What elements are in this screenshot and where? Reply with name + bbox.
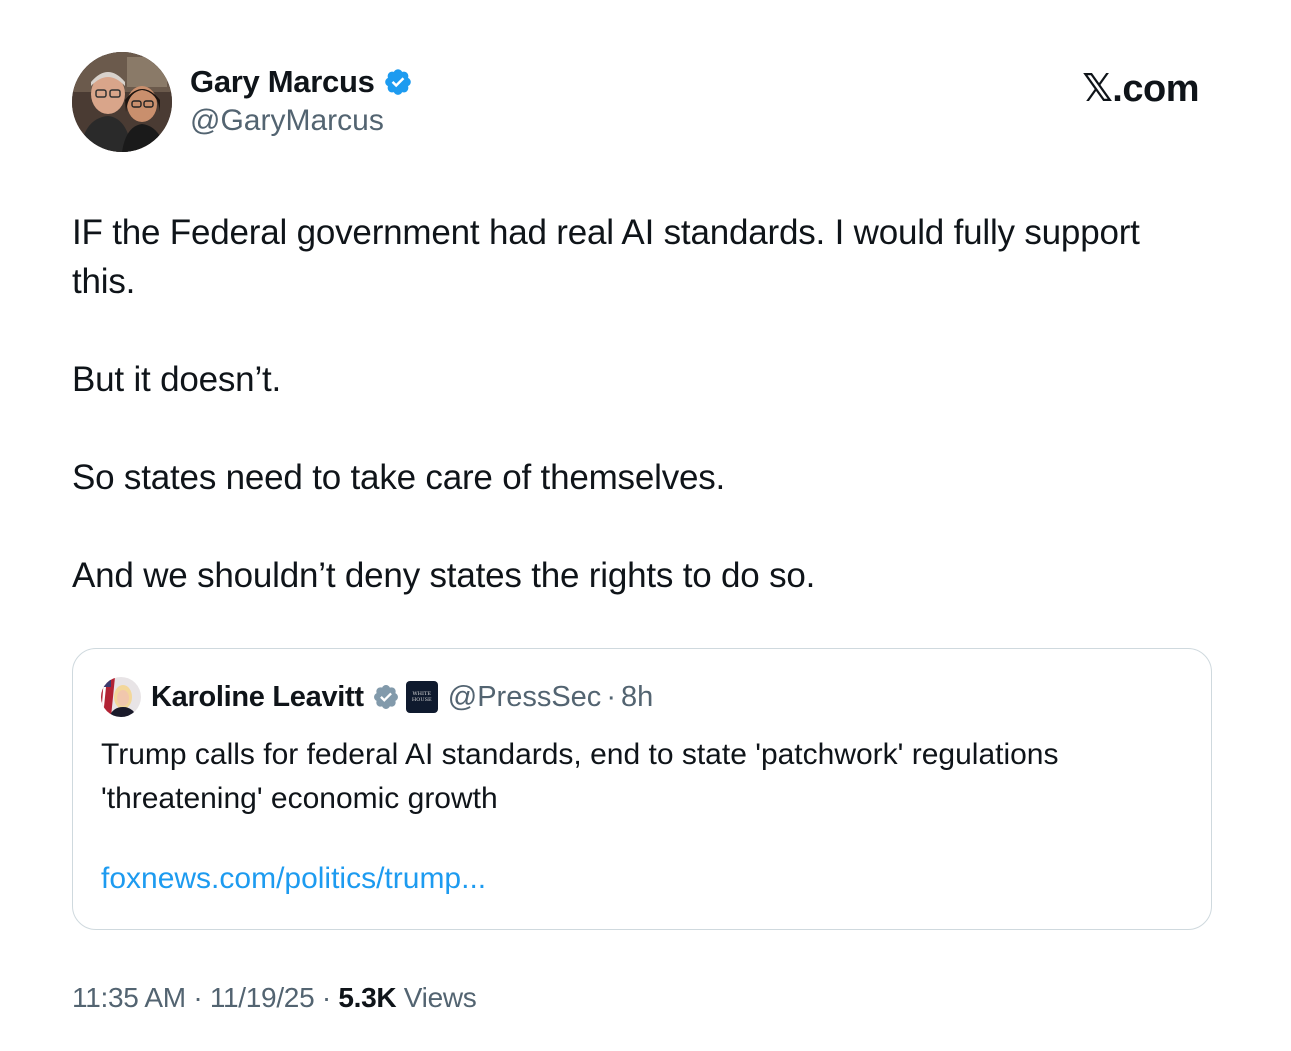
- quote-avatar-photo: [101, 677, 141, 717]
- quote-timestamp[interactable]: 8h: [621, 681, 653, 714]
- author-handle[interactable]: @GaryMarcus: [190, 104, 384, 138]
- quoted-tweet-link[interactable]: foxnews.com/politics/trump...: [101, 862, 486, 896]
- quote-avatar[interactable]: [101, 677, 141, 717]
- meta-separator: ·: [321, 982, 331, 1013]
- gray-verified-badge-icon: [373, 685, 398, 709]
- author-name-row[interactable]: Gary Marcus: [190, 64, 413, 100]
- tweet-paragraph: But it doesn’t.: [72, 360, 282, 399]
- quote-author-name[interactable]: Karoline Leavitt: [151, 681, 364, 714]
- verified-badge-icon: [384, 69, 411, 95]
- author-avatar[interactable]: [72, 52, 172, 152]
- white-house-badge-icon: WHITE HOUSE: [405, 681, 438, 713]
- tweet-text: IF the Federal government had real AI st…: [72, 208, 1212, 600]
- quoted-tweet-card[interactable]: Karoline Leavitt WHITE HOUSE @PressSec · …: [72, 648, 1212, 930]
- quote-separator: ·: [606, 680, 616, 713]
- tweet-paragraph: So states need to take care of themselve…: [72, 458, 726, 497]
- quoted-tweet-text: Trump calls for federal AI standards, en…: [101, 738, 1059, 815]
- tweet-time[interactable]: 11:35 AM: [72, 982, 186, 1013]
- tweet-date[interactable]: 11/19/25: [210, 982, 315, 1013]
- x-logo: 𝕏.com: [1082, 68, 1199, 110]
- views-count[interactable]: 5.3K: [338, 982, 396, 1013]
- views-label: Views: [403, 982, 477, 1013]
- tweet-paragraph: IF the Federal government had real AI st…: [72, 213, 1140, 301]
- tweet-meta: 11:35 AM · 11/19/25 · 5.3K Views: [72, 982, 477, 1014]
- quote-author-handle[interactable]: @PressSec: [448, 681, 602, 714]
- meta-separator: ·: [193, 982, 203, 1013]
- author-name[interactable]: Gary Marcus: [190, 64, 375, 100]
- avatar-photo: [72, 52, 172, 152]
- quoted-tweet-header: Karoline Leavitt WHITE HOUSE @PressSec · …: [101, 677, 653, 717]
- tweet-paragraph: And we shouldn’t deny states the rights …: [72, 556, 816, 595]
